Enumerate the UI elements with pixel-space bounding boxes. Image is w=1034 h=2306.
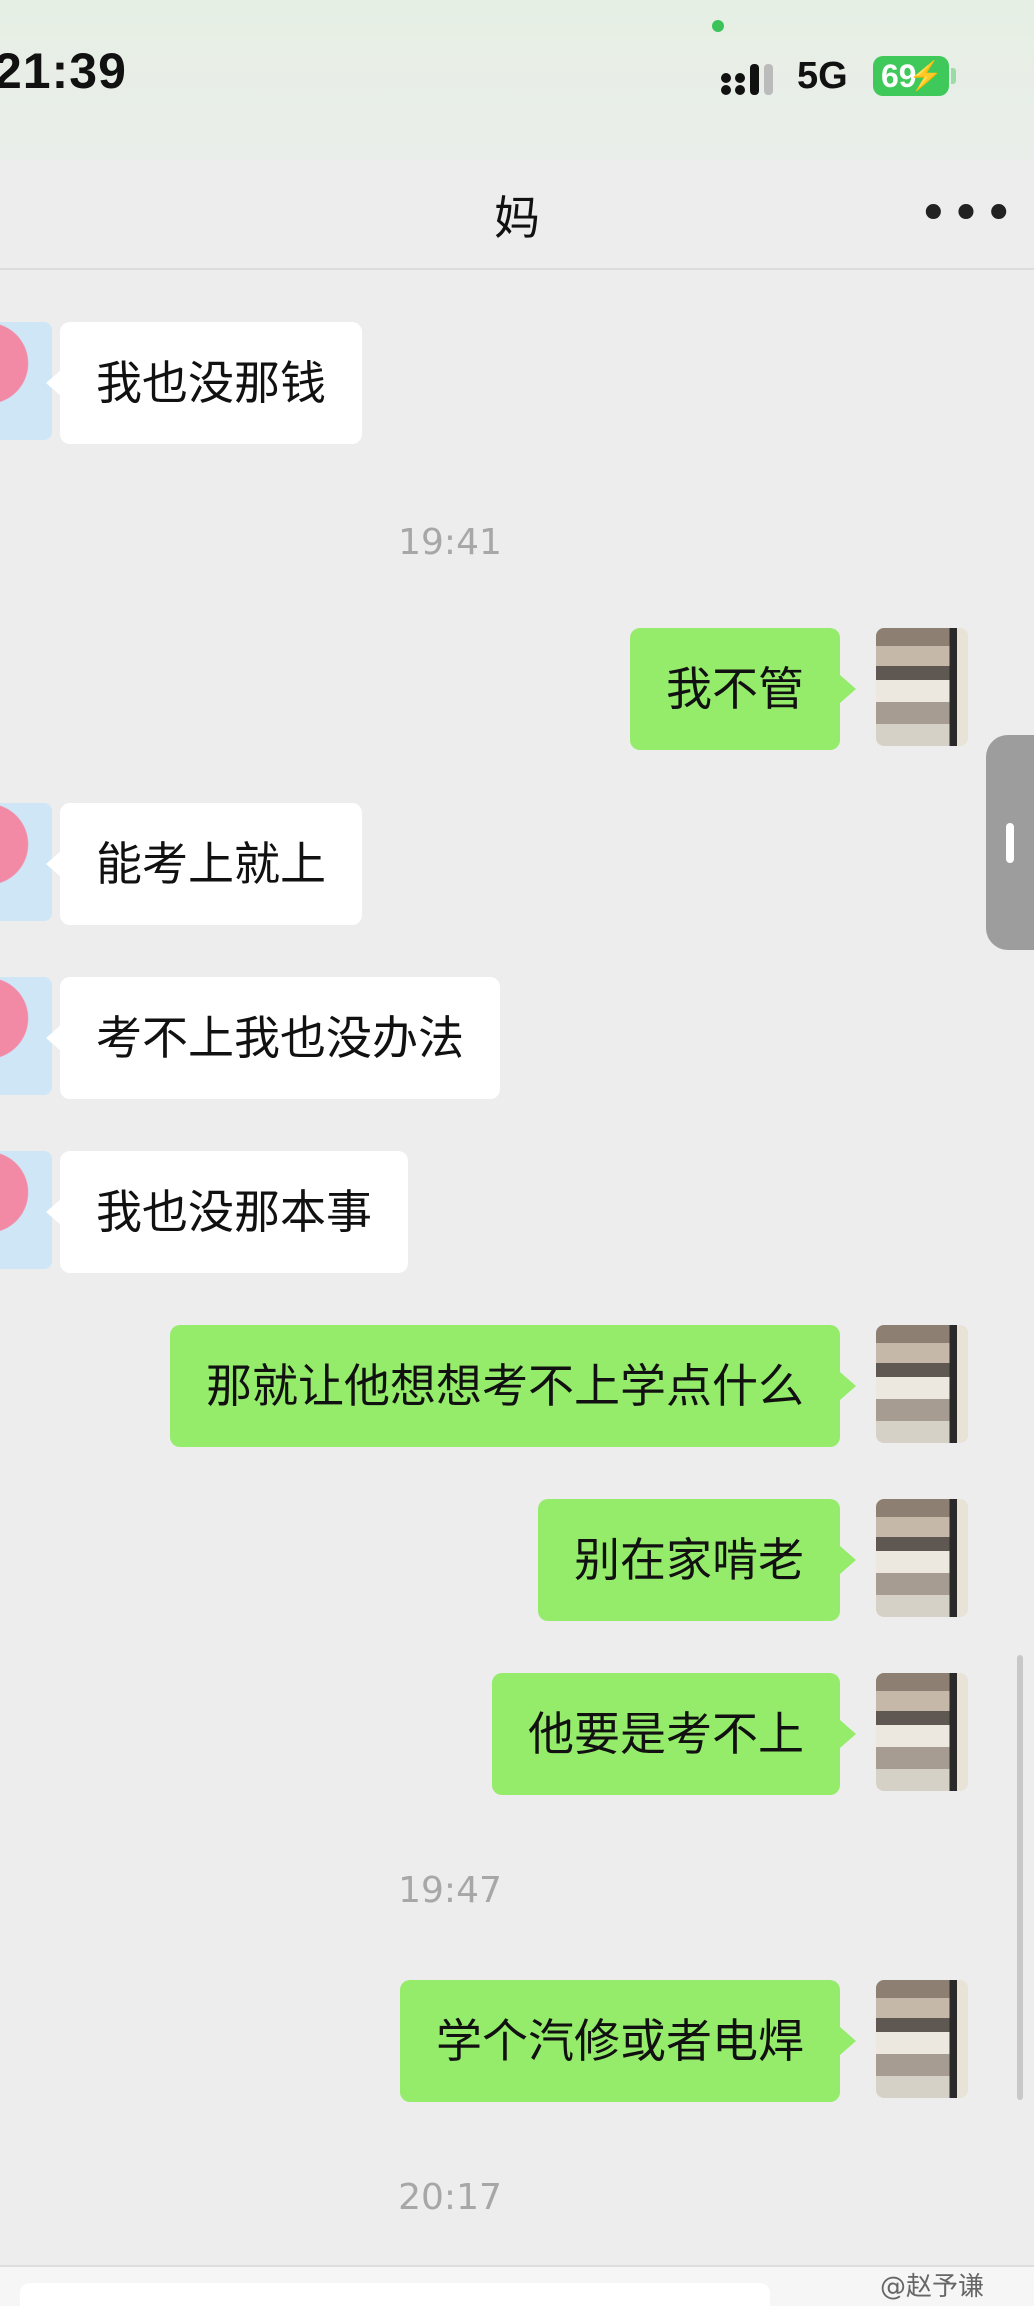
message-bubble-outgoing[interactable]: 我不管 [630, 628, 856, 750]
message-bubble-outgoing[interactable]: 那就让他想想考不上学点什么 [170, 1325, 856, 1447]
contact-avatar[interactable] [0, 803, 52, 921]
user-avatar[interactable] [876, 1980, 968, 2098]
network-type: 5G [797, 55, 848, 97]
contact-avatar[interactable] [0, 322, 52, 440]
message-timestamp: 20:17 [398, 2177, 502, 2218]
watermark: @赵予谦 [880, 2272, 985, 2302]
camera-indicator-icon [712, 20, 724, 32]
chat-title: 妈 [494, 191, 540, 245]
status-bar: 21:39 5G 69 ⚡ [0, 0, 1034, 160]
message-list[interactable]: 我也没那钱 19:41 我不管 能考上就上 考不上我也没办法 我也没那本事 那就… [0, 270, 1034, 2265]
battery-icon: 69 ⚡ [873, 56, 949, 96]
message-bubble-incoming[interactable]: 我也没那钱 [46, 322, 362, 444]
chat-screen: 21:39 5G 69 ⚡ 妈 ••• 我也没那钱 19:41 我不管 能考上就… [0, 0, 1034, 2306]
charging-bolt-icon: ⚡ [908, 60, 943, 91]
message-bubble-incoming[interactable]: 能考上就上 [46, 803, 362, 925]
signal-icon [721, 64, 773, 95]
contact-avatar[interactable] [0, 1151, 52, 1269]
user-avatar[interactable] [876, 1673, 968, 1791]
user-avatar[interactable] [876, 1499, 968, 1617]
message-bubble-outgoing[interactable]: 他要是考不上 [492, 1673, 856, 1795]
message-bubble-incoming[interactable]: 考不上我也没办法 [46, 977, 500, 1099]
side-drag-handle[interactable] [986, 735, 1034, 950]
message-timestamp: 19:47 [398, 1870, 502, 1911]
message-timestamp: 19:41 [398, 522, 502, 563]
message-bubble-incoming[interactable]: 我也没那本事 [46, 1151, 408, 1273]
message-input[interactable] [20, 2283, 770, 2306]
message-bubble-outgoing[interactable]: 别在家啃老 [538, 1499, 856, 1621]
input-bar [0, 2265, 1034, 2306]
drag-grip-icon [1006, 823, 1014, 863]
contact-avatar[interactable] [0, 977, 52, 1095]
battery-cap [951, 68, 956, 84]
status-time: 21:39 [0, 43, 127, 99]
user-avatar[interactable] [876, 1325, 968, 1443]
scrollbar[interactable] [1017, 1655, 1023, 2100]
message-bubble-outgoing[interactable]: 学个汽修或者电焊 [400, 1980, 856, 2102]
chat-header: 妈 ••• [0, 160, 1034, 270]
more-dots-icon[interactable]: ••• [918, 184, 1016, 244]
user-avatar[interactable] [876, 628, 968, 746]
